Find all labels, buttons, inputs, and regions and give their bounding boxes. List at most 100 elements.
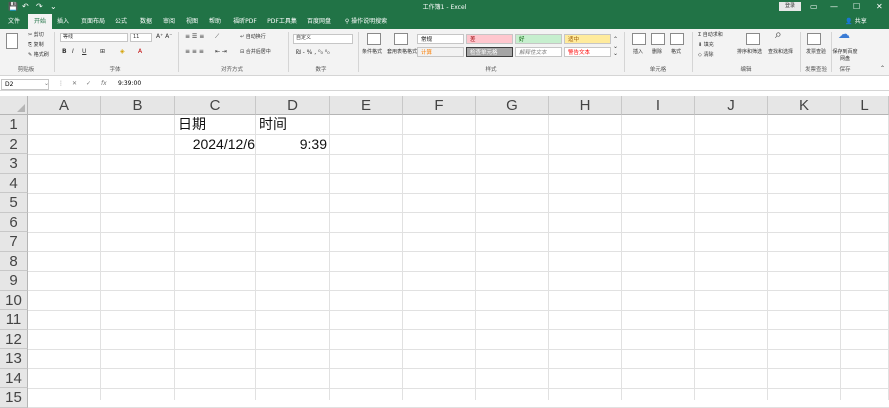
row-header-1[interactable]: 1 bbox=[0, 115, 28, 135]
row-header-13[interactable]: 13 bbox=[0, 349, 28, 369]
merge-center-button[interactable]: ⊟ 合并后居中 bbox=[240, 49, 271, 56]
sort-filter-icon[interactable] bbox=[746, 33, 760, 45]
column-header-B[interactable]: B bbox=[101, 96, 175, 115]
copy-button[interactable]: ⎘ 复制 bbox=[28, 42, 44, 49]
tab-pdf-tools[interactable]: PDF工具集 bbox=[264, 14, 300, 29]
number-format-select[interactable]: 自定义 bbox=[293, 34, 353, 44]
row-header-6[interactable]: 6 bbox=[0, 212, 28, 232]
autosum-button[interactable]: Σ 自动求和 bbox=[698, 32, 723, 39]
login-button[interactable]: 登录 bbox=[779, 2, 801, 11]
insert-cells-button[interactable]: 插入 bbox=[633, 49, 643, 56]
tab-file[interactable]: 文件 bbox=[2, 14, 26, 29]
horizontal-align-icons[interactable]: ≡ ≡ ≡ bbox=[185, 48, 204, 55]
invoice-check-icon[interactable] bbox=[807, 33, 821, 45]
name-box[interactable]: D2 bbox=[1, 79, 49, 90]
tab-home[interactable]: 开始 bbox=[28, 14, 52, 29]
bold-button[interactable]: B bbox=[62, 48, 67, 55]
cancel-icon[interactable]: ✕ bbox=[72, 80, 77, 87]
column-header-H[interactable]: H bbox=[549, 96, 622, 115]
conditional-formatting-icon[interactable] bbox=[367, 33, 381, 45]
clear-button[interactable]: ◇ 清除 bbox=[698, 52, 713, 59]
font-color-icon[interactable]: A bbox=[138, 48, 142, 55]
row-header-2[interactable]: 2 bbox=[0, 134, 28, 154]
row-header-11[interactable]: 11 bbox=[0, 310, 28, 330]
sort-filter-button[interactable]: 排序和筛选 bbox=[737, 49, 762, 56]
font-size-select[interactable]: 11 bbox=[130, 33, 152, 42]
cell-C2[interactable]: 2024/12/6 bbox=[175, 135, 255, 154]
underline-button[interactable]: U bbox=[82, 48, 86, 55]
column-header-K[interactable]: K bbox=[768, 96, 841, 115]
style-neutral[interactable]: 适中 bbox=[564, 34, 611, 44]
tab-insert[interactable]: 插入 bbox=[52, 14, 74, 29]
conditional-formatting-button[interactable]: 条件格式 bbox=[362, 49, 382, 56]
cut-button[interactable]: ✂ 剪切 bbox=[28, 32, 44, 39]
column-header-I[interactable]: I bbox=[622, 96, 695, 115]
border-icon[interactable]: ⊞ bbox=[100, 48, 105, 55]
font-name-select[interactable]: 等线 bbox=[60, 33, 128, 42]
column-header-A[interactable]: A bbox=[28, 96, 101, 115]
style-normal[interactable]: 常规 bbox=[417, 34, 464, 44]
tab-review[interactable]: 审阅 bbox=[159, 14, 179, 29]
styles-scroll-icon[interactable]: ⌃ ⌄ ⌄ bbox=[613, 36, 618, 57]
find-select-button[interactable]: 查找和选择 bbox=[768, 49, 793, 56]
column-header-E[interactable]: E bbox=[330, 96, 403, 115]
name-box-dropdown-icon[interactable]: ⌄ bbox=[44, 80, 49, 87]
row-header-8[interactable]: 8 bbox=[0, 251, 28, 271]
tab-formulas[interactable]: 公式 bbox=[111, 14, 131, 29]
ribbon-display-options-icon[interactable]: ▭ bbox=[810, 1, 818, 12]
insert-cells-icon[interactable] bbox=[632, 33, 646, 45]
column-header-D[interactable]: D bbox=[256, 96, 330, 115]
collapse-ribbon-icon[interactable]: ⌃ bbox=[880, 65, 885, 72]
tab-page-layout[interactable]: 页面布局 bbox=[78, 14, 108, 29]
font-grow-shrink-icons[interactable]: A⁺ A⁻ bbox=[156, 33, 172, 40]
row-header-12[interactable]: 12 bbox=[0, 329, 28, 349]
minimize-icon[interactable]: — bbox=[830, 1, 838, 12]
tab-help[interactable]: 帮助 bbox=[205, 14, 225, 29]
delete-cells-button[interactable]: 删除 bbox=[652, 49, 662, 56]
insert-function-icon[interactable]: fx bbox=[101, 80, 107, 87]
italic-button[interactable]: I bbox=[72, 48, 74, 55]
wrap-text-button[interactable]: ↵ 自动换行 bbox=[240, 34, 266, 41]
row-header-10[interactable]: 10 bbox=[0, 290, 28, 310]
cell-D1[interactable]: 时间 bbox=[259, 115, 287, 134]
format-as-table-icon[interactable] bbox=[394, 33, 408, 45]
row-header-3[interactable]: 3 bbox=[0, 154, 28, 174]
tab-view[interactable]: 视图 bbox=[182, 14, 202, 29]
row-header-5[interactable]: 5 bbox=[0, 193, 28, 213]
column-header-F[interactable]: F bbox=[403, 96, 476, 115]
cell-C1[interactable]: 日期 bbox=[178, 115, 206, 134]
vertical-align-icons[interactable]: ≡ ☰ ≡ bbox=[185, 33, 204, 40]
tell-me-search[interactable]: ⚲ 操作说明搜索 bbox=[340, 14, 392, 29]
formula-input[interactable]: 9:39:00 bbox=[118, 80, 141, 87]
save-to-baidu-button[interactable]: 保存到百度网盘 bbox=[832, 49, 858, 63]
tab-foxit-pdf[interactable]: 福昕PDF bbox=[230, 14, 260, 29]
cell-D2[interactable]: 9:39 bbox=[257, 135, 327, 154]
format-cells-button[interactable]: 格式 bbox=[671, 49, 681, 56]
indent-icons[interactable]: ⇤ ⇥ bbox=[215, 48, 227, 55]
invoice-check-button[interactable]: 发票查验 bbox=[806, 49, 826, 56]
row-header-9[interactable]: 9 bbox=[0, 271, 28, 291]
delete-cells-icon[interactable] bbox=[651, 33, 665, 45]
style-bad[interactable]: 差 bbox=[466, 34, 513, 44]
style-warning[interactable]: 警告文本 bbox=[564, 47, 611, 57]
maximize-icon[interactable]: ☐ bbox=[853, 1, 860, 12]
close-icon[interactable]: ✕ bbox=[876, 1, 883, 12]
format-as-table-button[interactable]: 套用表格格式 bbox=[387, 49, 417, 56]
style-explanatory[interactable]: 解释性文本 bbox=[515, 47, 562, 57]
style-good[interactable]: 好 bbox=[515, 34, 562, 44]
row-header-7[interactable]: 7 bbox=[0, 232, 28, 252]
row-header-15[interactable]: 15 bbox=[0, 388, 28, 408]
paste-icon[interactable] bbox=[6, 33, 18, 49]
format-painter-button[interactable]: ✎ 格式刷 bbox=[28, 52, 49, 59]
row-header-4[interactable]: 4 bbox=[0, 173, 28, 193]
fill-button[interactable]: ⬇ 填充 bbox=[698, 42, 714, 49]
select-all-button[interactable] bbox=[0, 96, 28, 115]
orientation-icon[interactable]: ⟋ bbox=[215, 33, 219, 40]
tab-baidu-netdisk[interactable]: 百度网盘 bbox=[304, 14, 334, 29]
tab-data[interactable]: 数据 bbox=[136, 14, 156, 29]
column-header-C[interactable]: C bbox=[175, 96, 256, 115]
column-header-L[interactable]: L bbox=[841, 96, 889, 115]
style-check-cell[interactable]: 检查单元格 bbox=[466, 47, 513, 57]
format-cells-icon[interactable] bbox=[670, 33, 684, 45]
fill-color-icon[interactable]: ◈ bbox=[120, 48, 125, 55]
